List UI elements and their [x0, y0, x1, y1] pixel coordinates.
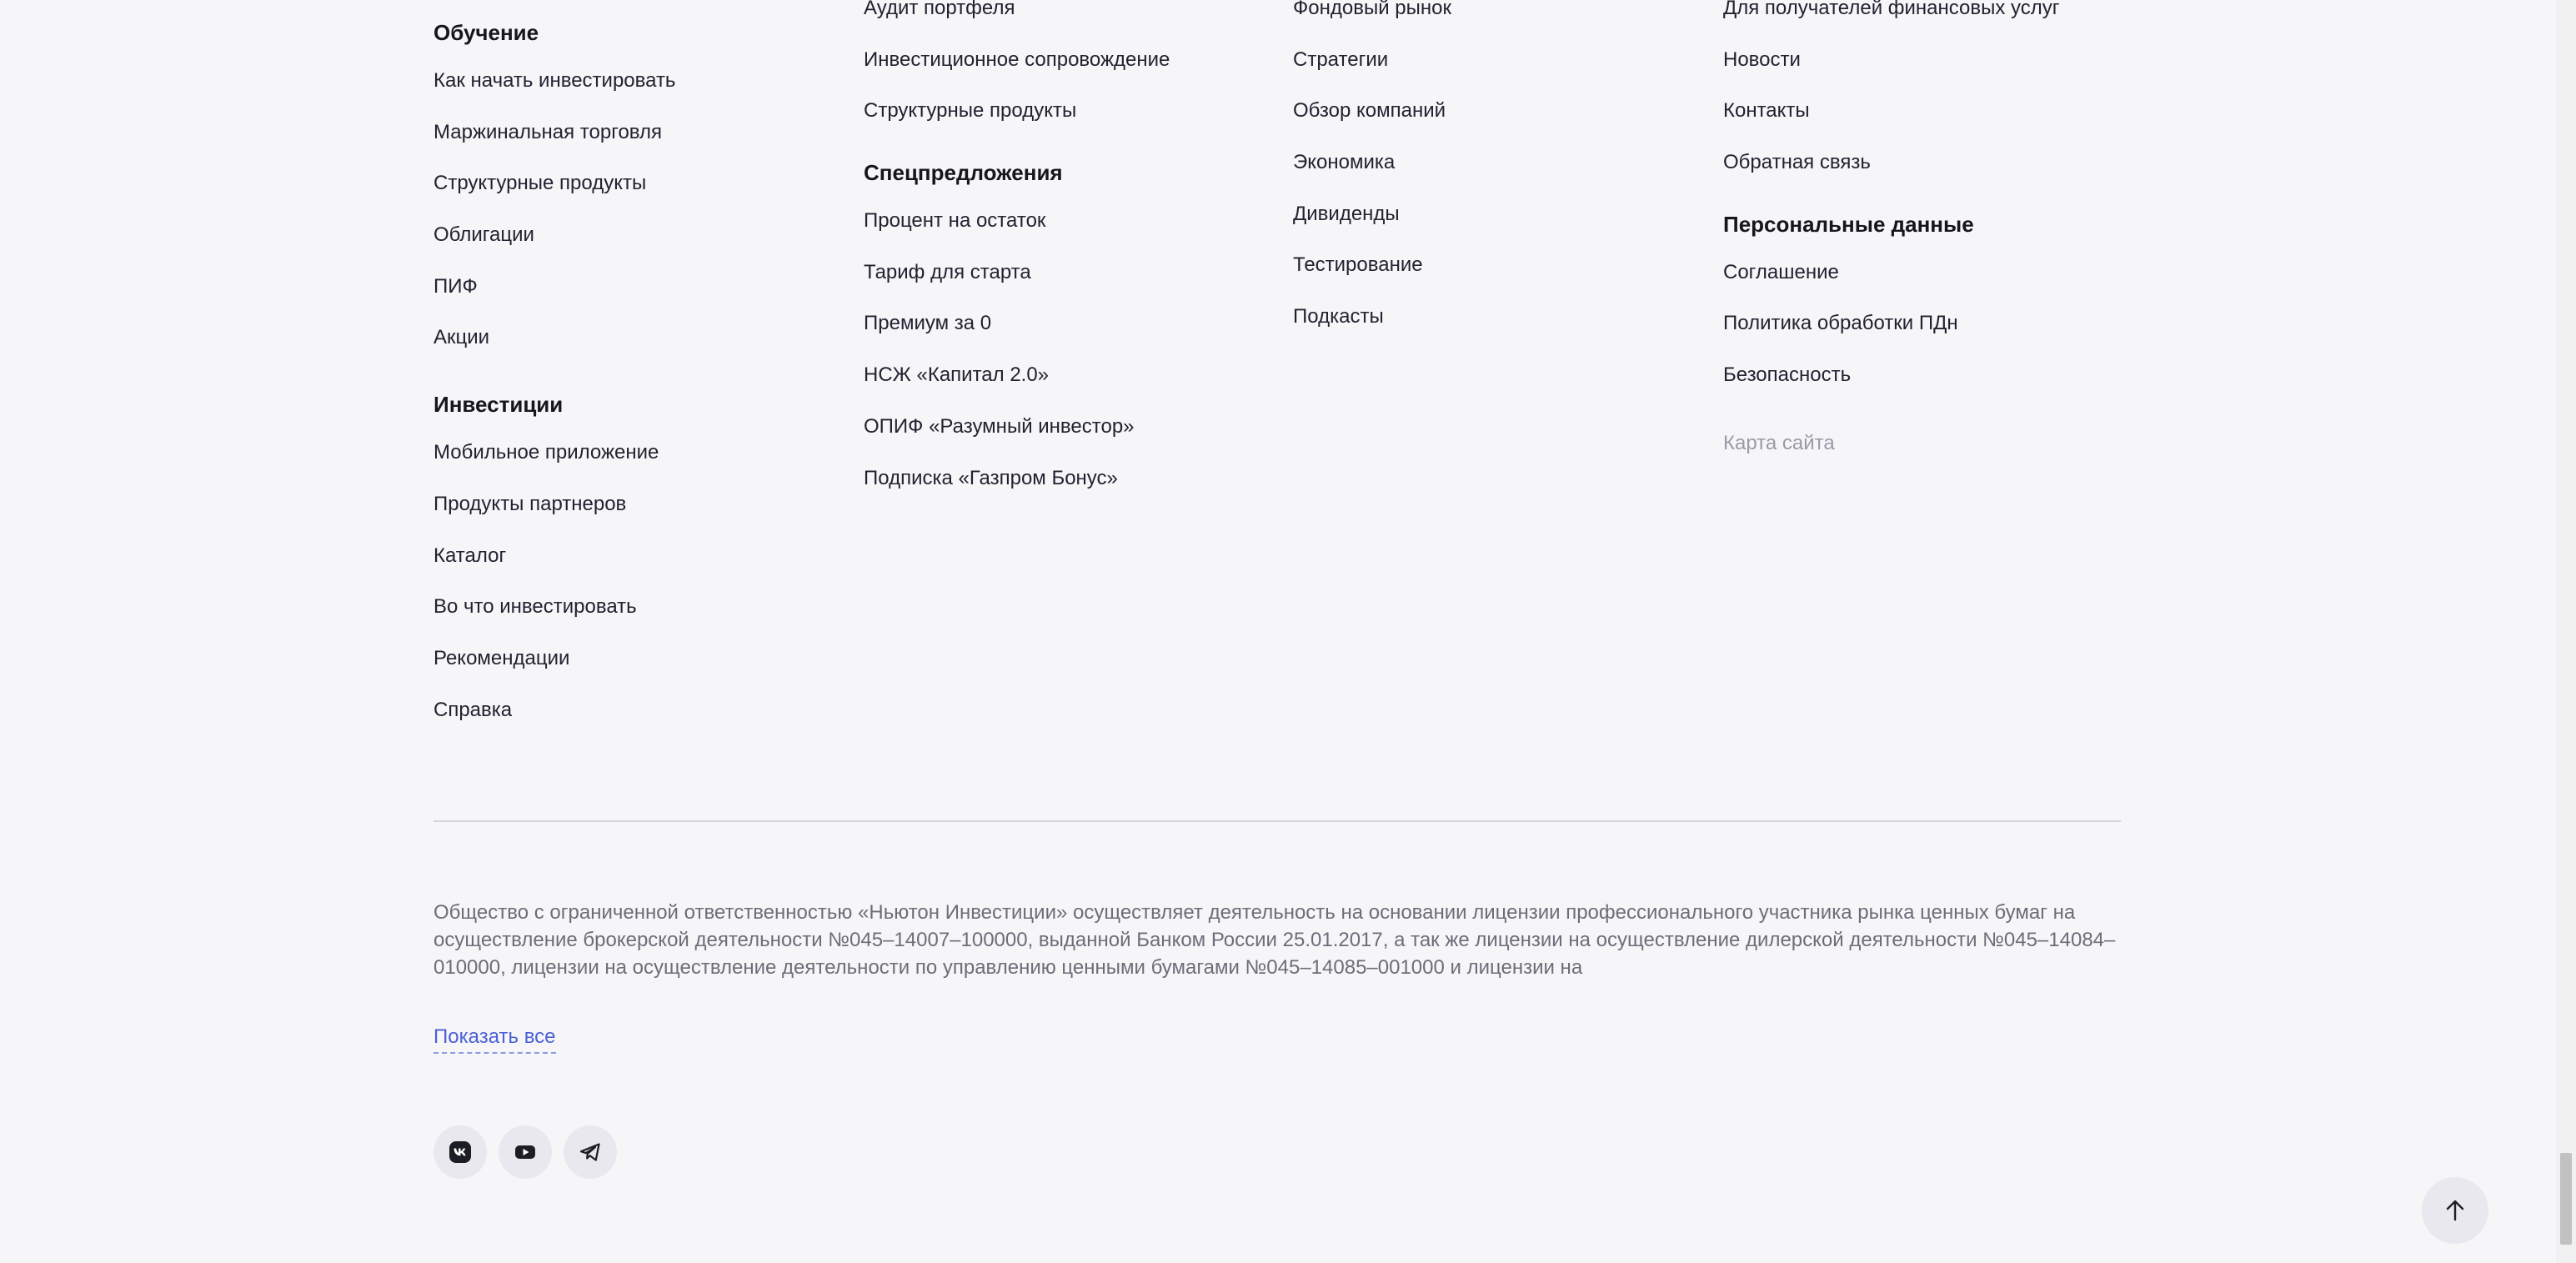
footer-group-special-offers: Спецпредложения Процент на остаток Тариф… [864, 150, 1280, 504]
footer-link[interactable]: Рекомендации [434, 633, 850, 684]
footer-group-title: Инвестиции [434, 392, 564, 418]
footer-link[interactable]: Структурные продукты [434, 158, 850, 209]
footer-link[interactable]: Подписка «Газпром Бонус» [864, 453, 1280, 504]
footer-link[interactable]: НСЖ «Капитал 2.0» [864, 349, 1280, 401]
footer-link[interactable]: Стратегии [1293, 34, 1710, 86]
footer-link[interactable]: Для получателей финансовых услуг [1723, 0, 2140, 34]
vk-button[interactable] [434, 1125, 487, 1179]
footer-link[interactable]: Политика обработки ПДн [1723, 298, 2140, 349]
footer-link[interactable]: Новости [1723, 34, 2140, 86]
footer-link[interactable]: Дивиденды [1293, 188, 1710, 240]
legal-disclaimer: Общество с ограниченной ответственностью… [434, 901, 2116, 979]
footer-group-personal-data: Персональные данные Соглашение Политика … [1723, 202, 2140, 401]
footer-link[interactable]: Соглашение [1723, 247, 2140, 298]
social-links [434, 1125, 617, 1179]
footer-group-learning: Обучение Как начать инвестировать Маржин… [434, 10, 850, 363]
page-scrollbar[interactable] [2556, 0, 2576, 1263]
footer-group-title: Персональные данные [1723, 211, 1974, 237]
show-all-button[interactable]: Показать все [434, 1024, 556, 1054]
footer-link[interactable]: Подкасты [1293, 291, 1710, 343]
footer-link[interactable]: Облигации [434, 209, 850, 261]
footer-link[interactable]: Обзор компаний [1293, 85, 1710, 137]
sitemap-link[interactable]: Карта сайта [1723, 431, 2140, 456]
arrow-up-icon [2446, 1200, 2464, 1221]
footer-link[interactable]: Аудит портфеля [864, 0, 1280, 34]
footer-link[interactable]: Фондовый рынок [1293, 0, 1710, 34]
youtube-button[interactable] [499, 1125, 552, 1179]
footer-link[interactable]: Экономика [1293, 137, 1710, 188]
telegram-icon [579, 1143, 600, 1161]
footer-link[interactable]: Процент на остаток [864, 195, 1280, 247]
footer-link[interactable]: Акции [434, 312, 850, 363]
footer-link[interactable]: Продукты партнеров [434, 479, 850, 530]
footer-link[interactable]: Тариф для старта [864, 247, 1280, 298]
footer-link[interactable]: Премиум за 0 [864, 298, 1280, 349]
footer-link[interactable]: Инвестиционное сопровождение [864, 34, 1280, 86]
footer-link[interactable]: Обратная связь [1723, 137, 2140, 188]
footer-link[interactable]: Тестирование [1293, 239, 1710, 291]
footer: Обучение Как начать инвестировать Маржин… [434, 0, 2121, 1263]
footer-link[interactable]: Как начать инвестировать [434, 55, 850, 107]
footer-group-title: Спецпредложения [864, 160, 1063, 186]
footer-link[interactable]: ПИФ [434, 261, 850, 313]
youtube-icon [515, 1145, 535, 1159]
footer-column-learning: Обучение Как начать инвестировать Маржин… [434, 10, 850, 735]
footer-link[interactable]: Во что инвестировать [434, 581, 850, 633]
footer-link[interactable]: Каталог [434, 530, 850, 582]
footer-link[interactable]: Безопасность [1723, 349, 2140, 401]
footer-link[interactable]: Справка [434, 684, 850, 736]
footer-link[interactable]: Мобильное приложение [434, 427, 850, 479]
vk-icon [449, 1141, 471, 1163]
footer-column-about: Для получателей финансовых услуг Новости… [1723, 0, 2140, 456]
footer-group-investments: Инвестиции Мобильное приложение Продукты… [434, 382, 850, 735]
footer-column-analytics: Фондовый рынок Стратегии Обзор компаний … [1293, 0, 1710, 343]
scrollbar-thumb[interactable] [2560, 1153, 2572, 1245]
footer-link[interactable]: Контакты [1723, 85, 2140, 137]
footer-group-title: Обучение [434, 20, 539, 45]
footer-link[interactable]: Маржинальная торговля [434, 107, 850, 158]
scroll-to-top-button[interactable] [2422, 1177, 2488, 1244]
telegram-button[interactable] [564, 1125, 617, 1179]
footer-divider [434, 820, 2121, 822]
footer-link[interactable]: Структурные продукты [864, 85, 1280, 137]
footer-column-services: Аудит портфеля Инвестиционное сопровожде… [864, 0, 1280, 504]
footer-link[interactable]: ОПИФ «Разумный инвестор» [864, 401, 1280, 453]
